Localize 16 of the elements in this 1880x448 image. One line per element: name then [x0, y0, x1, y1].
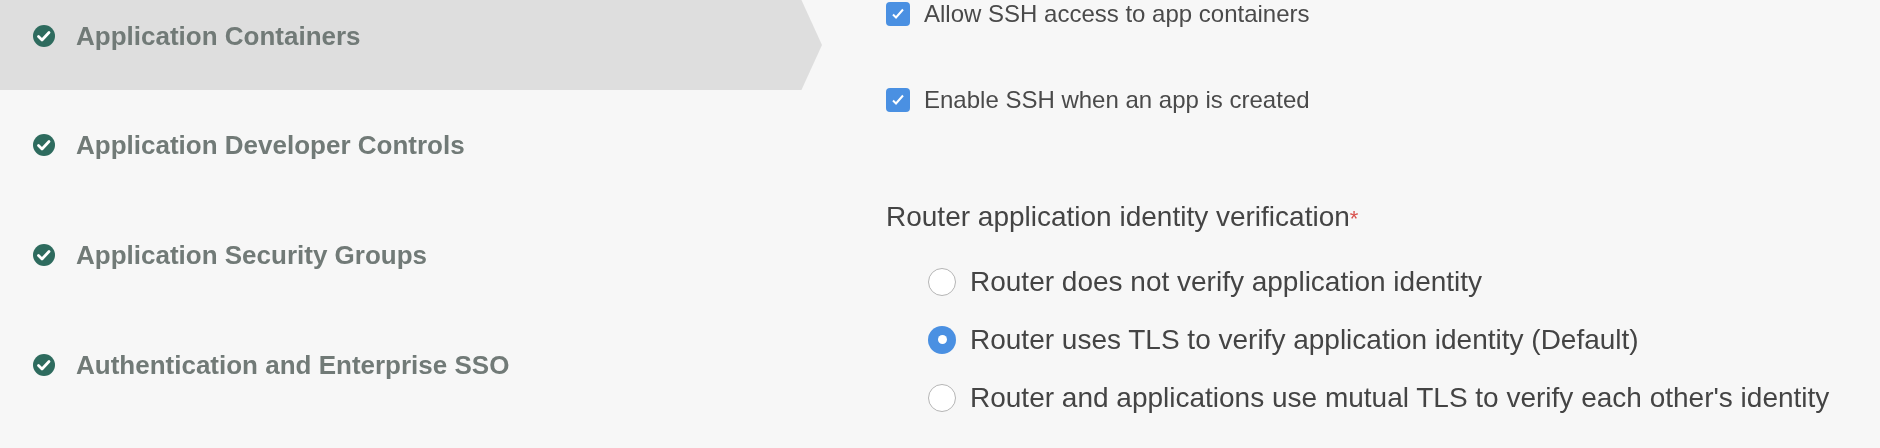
field-label: Router application identity verification [886, 200, 1350, 234]
sidebar-item[interactable]: Application Containers [0, 0, 822, 90]
radio-label: Router and applications use mutual TLS to verify each other's identity [970, 380, 1830, 415]
radio-button[interactable] [928, 325, 956, 354]
checkbox[interactable] [886, 2, 910, 26]
radio-label: Router uses TLS to verify application identity (Default) [970, 322, 1639, 357]
radio-button[interactable] [928, 267, 956, 296]
sidebar-item[interactable]: Application Security Groups [0, 200, 822, 310]
sidebar-item[interactable]: Authentication and Enterprise SSO [0, 310, 822, 420]
required-mark: * [1349, 205, 1359, 233]
checkbox[interactable] [886, 88, 910, 112]
checkbox-label: Enable SSH when an app is created [924, 85, 1310, 115]
radio-button[interactable] [928, 383, 956, 412]
radio-label: Router does not verify application identity [970, 264, 1483, 299]
checkbox-label: Allow SSH access to app containers [924, 0, 1310, 29]
sidebar-item[interactable]: Application Developer Controls [0, 90, 822, 200]
